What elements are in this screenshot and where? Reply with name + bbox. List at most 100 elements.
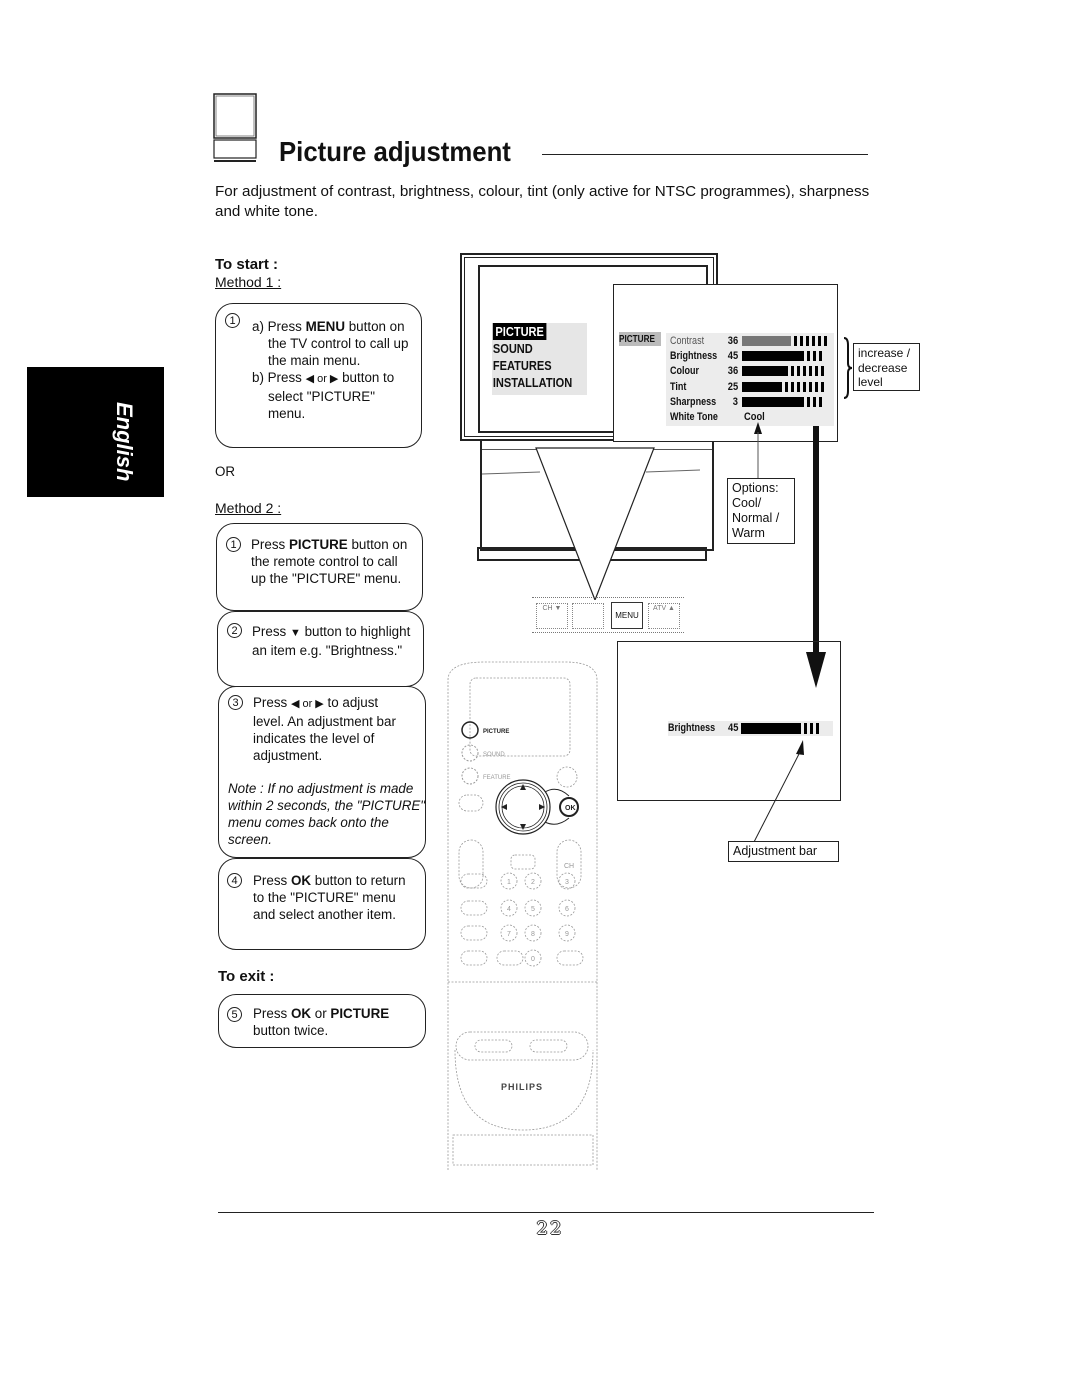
step-3: 3 Press ◀ or ▶ to adjust level. An adjus… [218, 686, 426, 858]
menu-item-installation: INSTALLATION [492, 375, 573, 390]
picture-menu-row[interactable]: Brightness 45 [666, 349, 834, 364]
language-label: English [112, 402, 137, 482]
level-tick [797, 381, 800, 392]
picture-menu-rows: Contrast 36 Brightness 45 Colour 36 Tint 25 Shar… [666, 333, 834, 426]
level-tick [794, 336, 797, 346]
level-tick [819, 351, 822, 362]
to-exit-heading: To exit : [218, 968, 275, 985]
level-tick [804, 723, 807, 734]
row-label: Sharpness [670, 395, 717, 408]
menu-item-features: FEATURES [492, 358, 552, 373]
arrow-keys: ◀ or ▶ [305, 373, 339, 385]
level-tick [791, 366, 794, 377]
level-tick [824, 336, 827, 346]
svg-text:2: 2 [531, 879, 535, 886]
svg-text:8: 8 [531, 931, 535, 938]
svg-text:9: 9 [565, 931, 569, 938]
row-value: 25 [727, 380, 739, 393]
step-text: Press [252, 624, 290, 639]
row-label: Contrast [670, 335, 705, 347]
options-arrow [754, 422, 762, 480]
remote-control: OK PICTURE SOUND FEATURE 1 2 3 4 5 6 7 8 9 0 C… [447, 661, 598, 1170]
ch-down-button[interactable]: CH ▼ [536, 603, 568, 629]
method1-label: Method 1 : [215, 274, 282, 290]
zoom-lines [481, 447, 700, 600]
svg-text:5: 5 [531, 906, 535, 913]
blank-button[interactable] [572, 603, 604, 629]
picture-key: PICTURE [330, 1006, 390, 1021]
level-tick [815, 381, 818, 392]
title-rule [542, 154, 868, 155]
brace [843, 337, 853, 399]
method2-label: Method 2 : [215, 500, 282, 516]
atv-up-button[interactable]: ATV ▲ [648, 603, 680, 629]
step-4: 4 Press OK button to return to the "PICT… [218, 858, 426, 950]
note-text: Note : If no adjustment is made within 2… [228, 781, 426, 847]
level-bar [742, 366, 788, 377]
level-tick [821, 366, 824, 377]
step-1: 1 Press PICTURE button on the remote con… [216, 523, 423, 611]
level-ticks [794, 336, 830, 346]
tv-icon [213, 93, 257, 162]
row-label: Tint [670, 380, 687, 393]
level-tick [809, 366, 812, 377]
picture-menu-row[interactable]: Colour 36 [666, 364, 834, 379]
level-tick [785, 381, 788, 392]
down-key: ▼ [289, 627, 301, 639]
ok-key: OK [290, 1006, 312, 1021]
row-value: 36 [727, 335, 739, 347]
level-tick [809, 381, 812, 392]
level-tick [819, 396, 822, 407]
row-value: 3 [732, 395, 738, 408]
level-tick [818, 336, 821, 346]
to-start-heading: To start : [215, 256, 279, 273]
row-label: Colour [670, 365, 700, 378]
footer-rule [218, 1212, 874, 1213]
adjustment-value: 45 [728, 722, 739, 734]
adjustment-row: Brightness 45 [668, 721, 833, 736]
intro-text: For adjustment of contrast, brightness, … [215, 183, 870, 220]
adjustment-label: Brightness [668, 722, 716, 734]
increase-decrease-callout: increase / decrease level [853, 343, 920, 391]
svg-text:3: 3 [565, 879, 569, 886]
step-number: 2 [227, 623, 242, 638]
svg-text:PHILIPS: PHILIPS [501, 1082, 543, 1092]
adjustment-bar-fill [741, 723, 801, 734]
main-menu: PICTURE SOUND FEATURES INSTALLATION [492, 323, 587, 395]
level-tick [800, 336, 803, 346]
svg-text:7: 7 [507, 931, 511, 938]
step-text: or [311, 1006, 331, 1021]
step-5: 5 Press OK or PICTURE button twice. [218, 994, 426, 1048]
level-tick [813, 396, 816, 407]
picture-menu-row[interactable]: Sharpness 3 [666, 395, 834, 410]
level-bar [742, 381, 782, 392]
level-tick [815, 366, 818, 377]
level-tick [806, 336, 809, 346]
picture-menu-row[interactable]: Tint 25 [666, 380, 834, 395]
svg-text:CH: CH [564, 863, 574, 870]
menu-button[interactable]: MENU [611, 602, 643, 629]
step-number: 3 [228, 695, 243, 710]
adjustment-bar-callout: Adjustment bar [728, 841, 839, 862]
svg-text:4: 4 [507, 906, 511, 913]
language-tab: English [27, 367, 164, 497]
page-title: Picture adjustment [279, 136, 511, 167]
level-ticks [785, 381, 827, 392]
level-tick [807, 351, 810, 362]
svg-text:PICTURE: PICTURE [483, 729, 509, 735]
step-2: 2 Press ▼ button to highlight an item e.… [217, 611, 424, 687]
picture-key: PICTURE [288, 537, 348, 552]
svg-text:OK: OK [565, 805, 576, 812]
picture-menu-row[interactable]: Contrast 36 [666, 334, 834, 349]
tv-control-panel: CH ▼ MENU ATV ▲ [532, 597, 684, 633]
picture-menu-tag: PICTURE [619, 332, 661, 346]
level-bar [742, 336, 791, 346]
step-number: 4 [227, 873, 242, 888]
step-text: Press [253, 695, 291, 710]
step-text: Press [251, 537, 289, 552]
arrow-keys: ◀ or ▶ [290, 698, 324, 710]
ok-key: OK [290, 873, 312, 888]
level-tick [821, 381, 824, 392]
level-tick [807, 396, 810, 407]
level-tick [797, 366, 800, 377]
